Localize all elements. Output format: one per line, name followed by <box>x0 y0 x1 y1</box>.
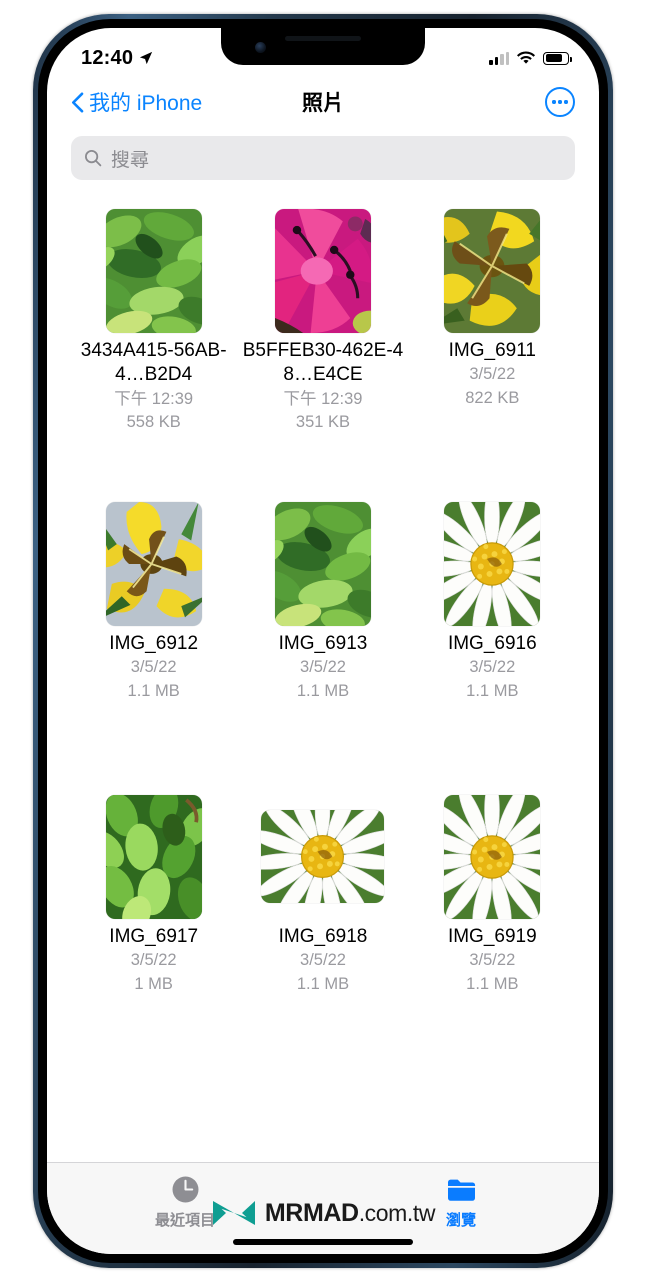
file-item[interactable]: IMG_6919 3/5/22 1.1 MB <box>408 790 577 1083</box>
folder-icon <box>447 1179 475 1201</box>
status-bar-left: 12:40 <box>81 47 153 70</box>
file-thumbnail-green-leaves <box>105 794 202 919</box>
file-thumbnail-box <box>261 790 385 923</box>
file-size: 1.1 MB <box>296 974 350 993</box>
file-size: 822 KB <box>465 388 520 407</box>
chevron-left-icon <box>72 92 84 112</box>
file-date: 3/5/22 <box>300 658 346 677</box>
iphone-device-frame: 12:40 我的 iPhone 照片 搜尋 3434A415-56AB-4…B2… <box>33 14 613 1268</box>
more-options-button[interactable] <box>545 87 575 117</box>
status-bar-right <box>489 51 572 65</box>
file-size: 1.1 MB <box>466 974 519 993</box>
file-name: IMG_6916 <box>447 633 537 654</box>
file-size: 1.1 MB <box>296 681 350 700</box>
search-input[interactable]: 搜尋 <box>71 136 575 180</box>
file-thumbnail-pink-azalea <box>274 208 371 333</box>
status-bar-clock: 12:40 <box>81 46 134 69</box>
clock-icon <box>172 1176 198 1203</box>
file-thumbnail-white-daisy <box>261 810 385 903</box>
file-item[interactable]: IMG_6917 3/5/22 1 MB <box>69 790 238 1083</box>
file-item[interactable]: IMG_6913 3/5/22 1.1 MB <box>238 497 407 790</box>
file-thumbnail-box <box>274 497 371 630</box>
search-placeholder: 搜尋 <box>111 149 150 171</box>
file-thumbnail-box <box>105 204 202 337</box>
file-date: 3/5/22 <box>469 658 516 677</box>
file-date: 3/5/22 <box>469 365 516 384</box>
file-date: 3/5/22 <box>130 658 177 677</box>
file-name: IMG_6912 <box>109 633 199 654</box>
file-date: 下午 12:39 <box>283 389 363 408</box>
file-thumbnail-box <box>105 497 202 630</box>
file-thumbnail-box <box>444 204 541 337</box>
search-container: 搜尋 <box>47 130 599 194</box>
device-bezel: 12:40 我的 iPhone 照片 搜尋 3434A415-56AB-4…B2… <box>38 19 608 1263</box>
file-item[interactable]: IMG_6911 3/5/22 822 KB <box>408 204 577 497</box>
file-thumbnail-white-daisy <box>444 501 541 626</box>
back-button[interactable]: 我的 iPhone <box>71 87 202 117</box>
file-item[interactable]: 3434A415-56AB-4…B2D4 下午 12:39 558 KB <box>69 204 238 497</box>
file-date: 3/5/22 <box>469 951 516 970</box>
file-grid: 3434A415-56AB-4…B2D4 下午 12:39 558 KB B5F… <box>47 194 599 1083</box>
tab-label: 瀏覽 <box>445 1212 476 1229</box>
front-camera-icon <box>255 42 266 53</box>
file-name: B5FFEB30-462E-48…E4CE <box>242 340 404 386</box>
file-name: IMG_6917 <box>109 926 199 947</box>
tab-label: 最近項目 <box>154 1212 215 1229</box>
home-indicator[interactable] <box>233 1239 413 1245</box>
file-name: IMG_6913 <box>278 633 368 654</box>
battery-icon <box>543 51 572 65</box>
file-name: IMG_6919 <box>447 926 537 947</box>
file-thumbnail-white-daisy <box>444 794 541 919</box>
file-thumbnail-box <box>274 204 371 337</box>
file-date: 3/5/22 <box>130 951 177 970</box>
file-size: 351 KB <box>295 413 351 432</box>
search-icon <box>85 150 102 167</box>
file-item[interactable]: IMG_6916 3/5/22 1.1 MB <box>408 497 577 790</box>
file-thumbnail-yellow-flower <box>444 208 541 333</box>
navigation-bar: 我的 iPhone 照片 <box>47 74 599 130</box>
wifi-icon <box>517 51 535 64</box>
notch <box>221 28 425 65</box>
location-arrow-icon <box>140 51 153 65</box>
file-item[interactable]: IMG_6918 3/5/22 1.1 MB <box>238 790 407 1083</box>
cellular-signal-icon <box>489 51 509 65</box>
file-size: 558 KB <box>126 413 181 432</box>
file-thumbnail-box <box>105 790 202 923</box>
file-name: 3434A415-56AB-4…B2D4 <box>80 340 227 386</box>
file-thumbnail-green-foliage <box>105 208 202 333</box>
file-thumbnail-yellow-orchid <box>105 501 202 626</box>
file-size: 1.1 MB <box>127 681 180 700</box>
file-thumbnail-box <box>444 497 541 630</box>
file-name: IMG_6911 <box>448 340 536 361</box>
file-browser-content[interactable]: 3434A415-56AB-4…B2D4 下午 12:39 558 KB B5F… <box>47 194 599 1162</box>
file-item[interactable]: B5FFEB30-462E-48…E4CE 下午 12:39 351 KB <box>238 204 407 497</box>
file-thumbnail-green-foliage <box>274 501 371 626</box>
file-thumbnail-box <box>444 790 541 923</box>
file-date: 下午 12:39 <box>114 389 194 408</box>
file-size: 1.1 MB <box>466 681 519 700</box>
file-date: 3/5/22 <box>300 951 346 970</box>
back-button-label: 我的 iPhone <box>89 92 203 115</box>
earpiece-speaker <box>285 36 361 41</box>
screenshot-canvas: 12:40 我的 iPhone 照片 搜尋 3434A415-56AB-4…B2… <box>0 0 646 1280</box>
device-screen: 12:40 我的 iPhone 照片 搜尋 3434A415-56AB-4…B2… <box>47 28 599 1254</box>
file-item[interactable]: IMG_6912 3/5/22 1.1 MB <box>69 497 238 790</box>
file-size: 1 MB <box>134 974 173 993</box>
file-name: IMG_6918 <box>278 926 368 947</box>
